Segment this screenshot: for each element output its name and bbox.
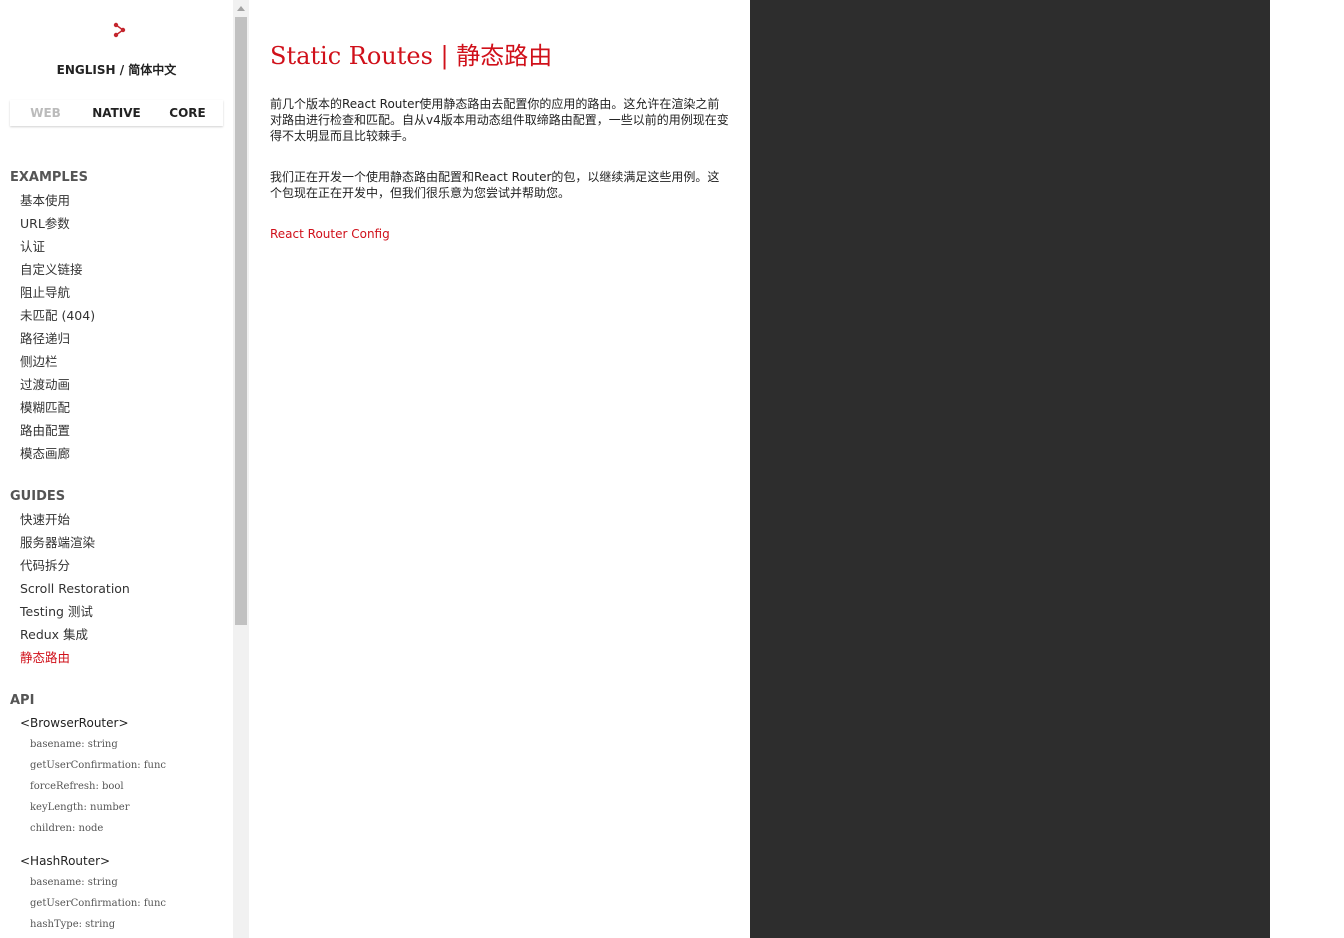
api-prop-basename[interactable]: basename: string — [10, 872, 166, 893]
nav-item-server-rendering[interactable]: 服务器端渲染 — [10, 531, 130, 554]
content-paragraph: 我们正在开发一个使用静态路由配置和React Router的包，以继续满足这些用… — [270, 170, 720, 200]
platform-tabs: WEB NATIVE CORE — [10, 100, 223, 126]
nav-item-no-match[interactable]: 未匹配 (404) — [10, 304, 95, 327]
nav-item-code-splitting[interactable]: 代码拆分 — [10, 554, 130, 577]
content-paragraph: 前几个版本的React Router使用静态路由去配置你的应用的路由。这允许在渲… — [270, 97, 729, 143]
nav-item-basic[interactable]: 基本使用 — [10, 189, 95, 212]
nav-item-scroll-restoration[interactable]: Scroll Restoration — [10, 577, 130, 600]
react-router-logo-icon[interactable] — [111, 22, 127, 38]
nav-item-url-params[interactable]: URL参数 — [10, 212, 95, 235]
nav-item-custom-link[interactable]: 自定义链接 — [10, 258, 95, 281]
react-router-config-link[interactable]: React Router Config — [270, 227, 390, 241]
app-root: ENGLISH / 简体中文 WEB NATIVE CORE EXAMPLES … — [0, 0, 1344, 938]
api-prop-children[interactable]: children: node — [10, 818, 166, 839]
nav-item-preventing-transitions[interactable]: 阻止导航 — [10, 281, 95, 304]
api-prop-get-user-confirmation[interactable]: getUserConfirmation: func — [10, 755, 166, 776]
api-heading: API — [10, 693, 35, 708]
nav-item-testing[interactable]: Testing 测试 — [10, 600, 130, 623]
main-content: Static Routes | 静态路由 前几个版本的React Router使… — [249, 0, 750, 938]
guides-section: GUIDES 快速开始 服务器端渲染 代码拆分 Scroll Restorati… — [10, 487, 130, 669]
page-title: Static Routes | 静态路由 — [270, 42, 553, 70]
nav-item-modal-gallery[interactable]: 模态画廊 — [10, 442, 95, 465]
guides-heading: GUIDES — [10, 489, 66, 504]
nav-item-redux-integration[interactable]: Redux 集成 — [10, 623, 130, 646]
api-prop-basename[interactable]: basename: string — [10, 734, 166, 755]
examples-heading: EXAMPLES — [10, 170, 88, 185]
nav-item-sidebar[interactable]: 侧边栏 — [10, 350, 95, 373]
api-item-browser-router[interactable]: <BrowserRouter> — [10, 713, 166, 734]
nav-item-auth[interactable]: 认证 — [10, 235, 95, 258]
api-prop-get-user-confirmation[interactable]: getUserConfirmation: func — [10, 893, 166, 914]
scroll-up-arrow-icon[interactable] — [233, 0, 249, 17]
sidebar: ENGLISH / 简体中文 WEB NATIVE CORE EXAMPLES … — [0, 0, 233, 938]
code-preview-panel — [750, 0, 1270, 938]
api-prop-key-length[interactable]: keyLength: number — [10, 797, 166, 818]
api-item-hash-router[interactable]: <HashRouter> — [10, 851, 166, 872]
tab-core[interactable]: CORE — [152, 100, 223, 126]
sidebar-scrollbar[interactable] — [233, 0, 249, 938]
language-switcher[interactable]: ENGLISH / 简体中文 — [0, 61, 233, 78]
api-prop-hash-type[interactable]: hashType: string — [10, 914, 166, 935]
nav-item-quick-start[interactable]: 快速开始 — [10, 508, 130, 531]
nav-item-ambiguous-matches[interactable]: 模糊匹配 — [10, 396, 95, 419]
examples-section: EXAMPLES 基本使用 URL参数 认证 自定义链接 阻止导航 未匹配 (4… — [10, 168, 95, 465]
nav-item-static-routes[interactable]: 静态路由 — [10, 646, 130, 669]
nav-item-animated-transitions[interactable]: 过渡动画 — [10, 373, 95, 396]
tab-web[interactable]: WEB — [10, 100, 81, 126]
tab-native[interactable]: NATIVE — [81, 100, 152, 126]
nav-item-recursive-paths[interactable]: 路径递归 — [10, 327, 95, 350]
api-section: API <BrowserRouter> basename: string get… — [10, 691, 166, 935]
scroll-thumb[interactable] — [235, 17, 247, 625]
api-prop-force-refresh[interactable]: forceRefresh: bool — [10, 776, 166, 797]
nav-item-route-config[interactable]: 路由配置 — [10, 419, 95, 442]
